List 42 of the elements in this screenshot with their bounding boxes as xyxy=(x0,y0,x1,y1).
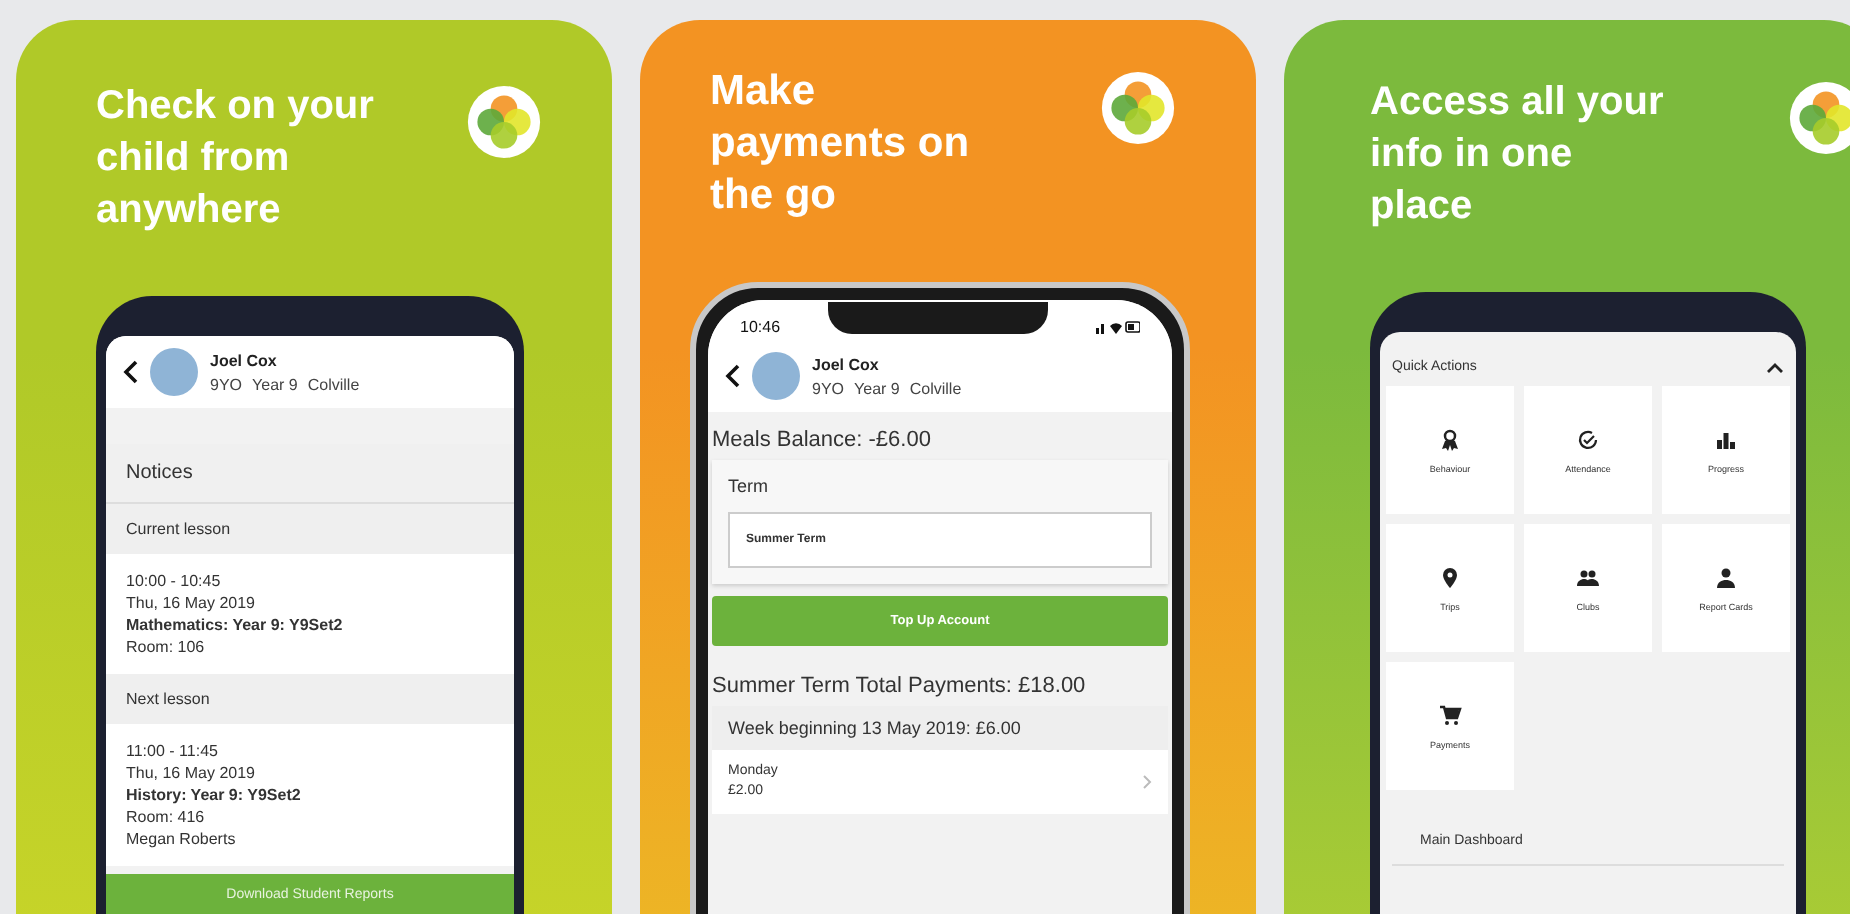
logo-icon xyxy=(466,84,542,160)
student-detail: Colville xyxy=(307,375,360,393)
headline: Make payments on the go xyxy=(710,66,972,222)
week-heading: Week beginning 13 May 2019: £6.00 xyxy=(712,706,1168,750)
action-icon xyxy=(1438,703,1462,727)
student-name: Joel Cox xyxy=(210,351,279,369)
action-icon xyxy=(1438,565,1462,589)
meals-balance: Meals Balance: -£6.00 xyxy=(710,426,933,456)
term-label: Term xyxy=(728,474,770,500)
student-detail: Colville xyxy=(909,379,962,397)
student-detail: Year 9 xyxy=(252,375,298,393)
student-detail: 9YO xyxy=(210,375,243,393)
headline: Check on your child from anywhere xyxy=(96,82,376,236)
action-icon xyxy=(1576,427,1600,451)
lesson-subject: History: Year 9: Y9Set2 xyxy=(126,784,303,806)
lesson-teacher: Megan Roberts xyxy=(126,828,238,850)
lesson-time: 11:00 - 11:45 xyxy=(126,740,220,762)
student-detail: 9YO xyxy=(812,379,845,397)
lesson-room: Room: 106 xyxy=(126,636,207,658)
headline: Access all your info in one place xyxy=(1370,78,1666,232)
action-icon xyxy=(1714,565,1738,589)
back-icon[interactable] xyxy=(122,360,138,384)
chevron-icon xyxy=(1142,774,1152,790)
status-time: 10:46 xyxy=(740,317,781,335)
logo-icon xyxy=(1100,70,1176,146)
action-icon xyxy=(1714,427,1738,451)
lesson-date: Thu, 16 May 2019 xyxy=(126,592,257,614)
total-payments: Summer Term Total Payments: £18.00 xyxy=(710,672,1088,702)
status-icons-drawing xyxy=(1096,319,1140,333)
action-icon xyxy=(1438,427,1462,451)
back-icon[interactable] xyxy=(724,364,740,388)
student-detail: Year 9 xyxy=(854,379,900,397)
avatar xyxy=(150,348,198,396)
action-icon xyxy=(1576,565,1600,589)
student-name: Joel Cox xyxy=(812,355,881,373)
lesson-subject: Mathematics: Year 9: Y9Set2 xyxy=(126,614,345,636)
lesson-room: Room: 416 xyxy=(126,806,207,828)
lesson-date: Thu, 16 May 2019 xyxy=(126,762,257,784)
logo-icon xyxy=(1788,80,1850,156)
lesson-time: 10:00 - 10:45 xyxy=(126,570,223,592)
caret-icon[interactable] xyxy=(1766,361,1784,373)
avatar xyxy=(752,352,800,400)
